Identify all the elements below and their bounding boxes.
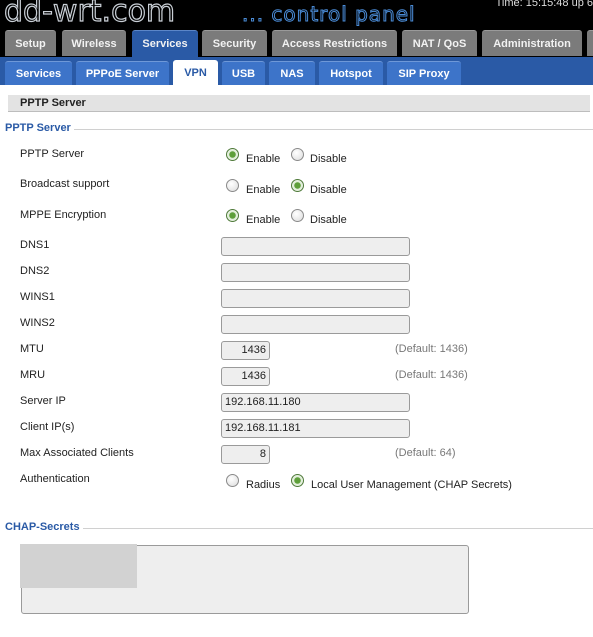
auth-local-radio[interactable] (291, 474, 304, 487)
mru-default-hint: (Default: 1436) (395, 369, 468, 381)
auth-local-label: Local User Management (CHAP Secrets) (311, 479, 512, 491)
mppe-enable-radio[interactable] (226, 209, 239, 222)
mtu-label: MTU (20, 343, 44, 355)
pptp-server-disable-radio[interactable] (291, 148, 304, 161)
dns2-label: DNS2 (20, 265, 50, 277)
mppe-label: MPPE Encryption (20, 209, 107, 221)
mppe-disable-label: Disable (310, 214, 347, 226)
broadcast-label: Broadcast support (20, 178, 110, 190)
dns1-label: DNS1 (20, 239, 50, 251)
mppe-enable-label: Enable (246, 214, 281, 226)
wins1-label: WINS1 (20, 291, 55, 303)
subtab-vpn[interactable]: VPN (173, 60, 218, 85)
tab-services[interactable]: Services (132, 30, 198, 57)
auth-radius-label: Radius (246, 479, 281, 491)
subtab-usb[interactable]: USB (222, 61, 265, 85)
subtab-sip-proxy[interactable]: SIP Proxy (387, 61, 461, 85)
mru-label: MRU (20, 369, 46, 381)
broadcast-disable-radio[interactable] (291, 179, 304, 192)
subtab-services[interactable]: Services (5, 61, 72, 85)
dns2-input[interactable] (221, 263, 410, 282)
subtab-nas[interactable]: NAS (269, 61, 315, 85)
wins2-input[interactable] (221, 315, 410, 334)
pptp-server-enable-radio[interactable] (226, 148, 239, 161)
auth-label: Authentication (20, 473, 90, 485)
broadcast-enable-label: Enable (246, 184, 281, 196)
broadcast-disable-label: Disable (310, 184, 347, 196)
content-area: PPTP Server PPTP Server PPTP Server Enab… (0, 85, 593, 637)
main-tab-bar: Setup Wireless Services Security Access … (0, 30, 593, 57)
redacted-content (20, 544, 137, 588)
tab-security[interactable]: Security (202, 30, 267, 56)
ddwrt-logo: dd-wrt.com (3, 0, 176, 30)
mtu-default-hint: (Default: 1436) (395, 343, 468, 355)
mru-input[interactable]: 1436 (221, 367, 270, 386)
max-clients-default-hint: (Default: 64) (395, 447, 456, 459)
subtab-hotspot[interactable]: Hotspot (319, 61, 383, 85)
broadcast-enable-radio[interactable] (226, 179, 239, 192)
mtu-input[interactable]: 1436 (221, 341, 270, 360)
uptime-text: Time: 15:15:48 up 6 (495, 0, 593, 9)
tab-nat-qos[interactable]: NAT / QoS (402, 30, 477, 56)
tab-wireless[interactable]: Wireless (62, 30, 126, 56)
sub-tab-bar: Services PPPoE Server VPN USB NAS Hotspo… (0, 57, 593, 85)
wins2-label: WINS2 (20, 317, 55, 329)
section-title: PPTP Server (8, 95, 590, 112)
max-clients-input[interactable]: 8 (221, 445, 270, 464)
server-ip-label: Server IP (20, 395, 66, 407)
pptp-group-border (5, 129, 593, 130)
tab-overflow[interactable] (587, 30, 593, 56)
pptp-server-disable-label: Disable (310, 153, 347, 165)
auth-radius-radio[interactable] (226, 474, 239, 487)
control-panel-title: ... control panel (242, 2, 416, 27)
tab-setup[interactable]: Setup (5, 30, 56, 56)
client-ips-label: Client IP(s) (20, 421, 75, 433)
wins1-input[interactable] (221, 289, 410, 308)
header-banner: dd-wrt.com ... control panel Time: 15:15… (0, 0, 593, 30)
mppe-disable-radio[interactable] (291, 209, 304, 222)
pptp-server-enable-label: Enable (246, 153, 281, 165)
dns1-input[interactable] (221, 237, 410, 256)
max-clients-label: Max Associated Clients (20, 447, 134, 459)
chap-legend: CHAP-Secrets (5, 521, 83, 533)
client-ips-input[interactable]: 192.168.11.181 (221, 419, 410, 438)
subtab-pppoe-server[interactable]: PPPoE Server (76, 61, 169, 85)
server-ip-input[interactable]: 192.168.11.180 (221, 393, 410, 412)
chap-group-border (5, 528, 593, 529)
pptp-legend: PPTP Server (5, 122, 74, 134)
pptp-server-label: PPTP Server (20, 148, 84, 160)
tab-access-restrictions[interactable]: Access Restrictions (272, 30, 397, 56)
tab-administration[interactable]: Administration (482, 30, 582, 56)
